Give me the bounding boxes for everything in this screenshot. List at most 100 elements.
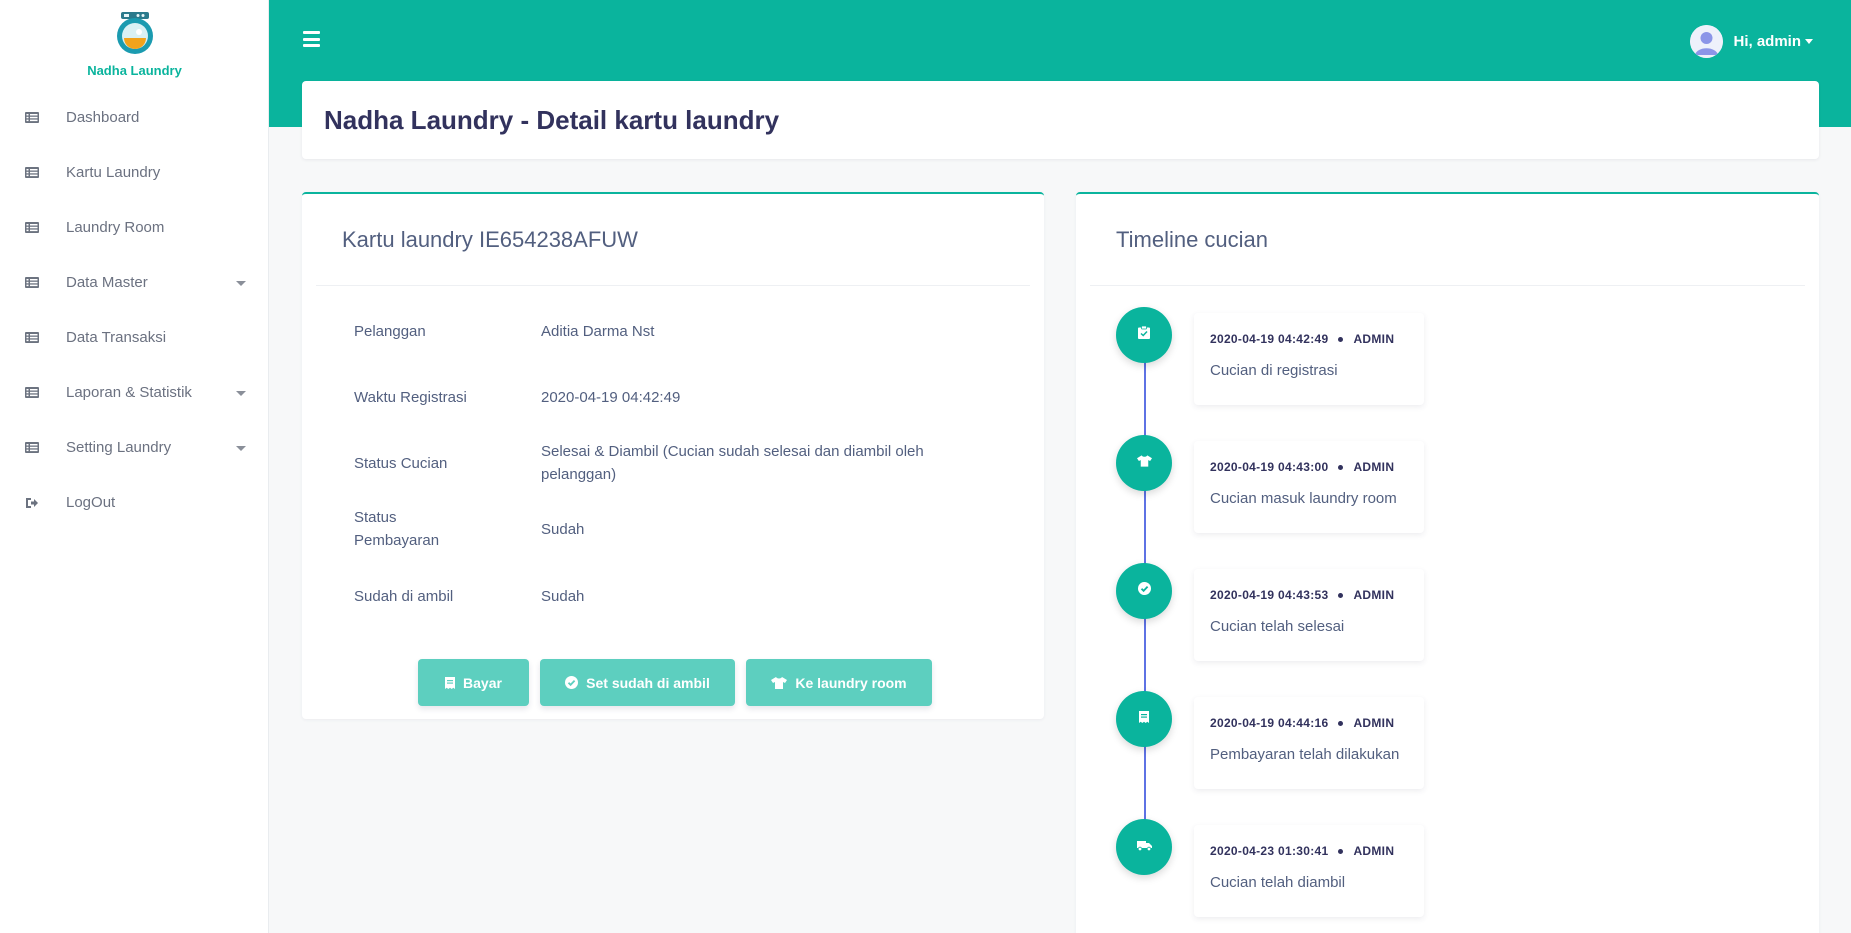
sidebar-item-label: Data Transaksi <box>66 329 167 346</box>
bullet-dot <box>1338 464 1344 470</box>
timeline-meta: 2020-04-19 04:42:49 ADMIN <box>1210 332 1424 346</box>
user-menu[interactable]: Hi, admin <box>1690 25 1813 58</box>
info-label: Status Cucian <box>354 455 448 472</box>
set-sudah-diambil-button[interactable]: Set sudah di ambil <box>540 659 735 706</box>
timeline-meta: 2020-04-19 04:43:00 ADMIN <box>1210 460 1424 474</box>
menu-toggle-icon[interactable] <box>303 31 320 47</box>
info-label: Waktu Registrasi <box>354 389 467 406</box>
timeline-event: 2020-04-19 04:43:00 ADMIN Cucian masuk l… <box>1194 441 1424 533</box>
sidebar-item-label: Data Master <box>66 274 148 291</box>
info-label: Status Pembayaran <box>354 509 440 549</box>
brand-name: Nadha Laundry <box>87 63 182 78</box>
list-icon <box>24 277 40 289</box>
bullet-dot <box>1338 848 1344 854</box>
receipt-icon <box>1139 710 1149 728</box>
timeline-text: Cucian di registrasi <box>1210 362 1338 379</box>
timeline-user: ADMIN <box>1353 460 1395 474</box>
timeline-card: Timeline cucian 2020-04-19 04:42:49 ADMI… <box>1076 192 1819 933</box>
sidebar-item-label: Laundry Room <box>66 219 165 236</box>
info-label: Sudah di ambil <box>354 588 454 605</box>
page-title-card: Nadha Laundry - Detail kartu laundry <box>302 81 1819 159</box>
sidebar-item-kartu-laundry[interactable]: Kartu Laundry <box>0 145 269 200</box>
timeline-card-header: Timeline cucian <box>1090 194 1805 286</box>
clipboard-check-icon <box>1138 325 1150 344</box>
timeline-text: Cucian telah diambil <box>1210 874 1346 891</box>
timeline-meta: 2020-04-23 01:30:41 ADMIN <box>1210 844 1424 858</box>
truck-icon <box>1136 838 1152 856</box>
bullet-dot <box>1338 336 1344 342</box>
info-row-waktu-registrasi: Waktu Registrasi 2020-04-19 04:42:49 <box>354 386 961 409</box>
bullet-dot <box>1338 720 1344 726</box>
caret-down-icon <box>236 446 246 451</box>
sidebar-item-label: Dashboard <box>66 109 140 126</box>
timeline-text: Cucian telah selesai <box>1210 618 1345 635</box>
info-value: Selesai & Diambil (Cucian sudah selesai … <box>541 443 924 483</box>
info-row-status-pembayaran: Status Pembayaran Sudah <box>354 506 961 552</box>
info-row-status-cucian: Status Cucian Selesai & Diambil (Cucian … <box>354 440 961 486</box>
sidebar-item-label: Laporan & Statistik <box>66 384 192 401</box>
caret-down-icon <box>236 281 246 286</box>
info-row-pelanggan: Pelanggan Aditia Darma Nst <box>354 320 961 343</box>
list-icon <box>24 332 40 344</box>
avatar <box>1690 25 1724 58</box>
timeline-event: 2020-04-23 01:30:41 ADMIN Cucian telah d… <box>1194 825 1424 917</box>
user-greeting: Hi, admin <box>1733 33 1801 50</box>
ke-laundry-room-button[interactable]: Ke laundry room <box>746 659 932 706</box>
sidebar-item-data-transaksi[interactable]: Data Transaksi <box>0 310 269 365</box>
page-title: Nadha Laundry - Detail kartu laundry <box>324 104 780 135</box>
timeline-text: Cucian masuk laundry room <box>1210 490 1397 507</box>
sidebar-item-dashboard[interactable]: Dashboard <box>0 90 269 145</box>
sidebar-item-laundry-room[interactable]: Laundry Room <box>0 200 269 255</box>
timeline-user: ADMIN <box>1353 588 1395 602</box>
sidebar-item-label: LogOut <box>66 494 116 511</box>
bayar-button[interactable]: Bayar <box>418 659 529 706</box>
timeline-dot <box>1116 563 1172 619</box>
detail-card-header: Kartu laundry IE654238AFUW <box>316 194 1030 286</box>
sidebar-item-setting-laundry[interactable]: Setting Laundry <box>0 420 269 475</box>
bullet-dot <box>1338 592 1344 598</box>
timeline-time: 2020-04-19 04:42:49 <box>1210 332 1329 346</box>
timeline-time: 2020-04-23 01:30:41 <box>1210 844 1329 858</box>
info-value: Aditia Darma Nst <box>541 323 655 340</box>
washing-machine-logo-icon <box>116 12 153 54</box>
timeline-meta: 2020-04-19 04:44:16 ADMIN <box>1210 716 1424 730</box>
timeline-event: 2020-04-19 04:44:16 ADMIN Pembayaran tel… <box>1194 697 1424 789</box>
sidebar-item-logout[interactable]: LogOut <box>0 475 269 530</box>
list-icon <box>24 222 40 234</box>
ke-laundry-room-label: Ke laundry room <box>795 674 907 691</box>
set-sudah-diambil-label: Set sudah di ambil <box>586 674 710 691</box>
sidebar-item-data-master[interactable]: Data Master <box>0 255 269 310</box>
timeline-dot <box>1116 435 1172 491</box>
sidebar-item-laporan-statistik[interactable]: Laporan & Statistik <box>0 365 269 420</box>
timeline-dot <box>1116 307 1172 363</box>
timeline-dot <box>1116 819 1172 875</box>
timeline-heading: Timeline cucian <box>1116 226 1269 252</box>
shirt-icon <box>1136 454 1152 472</box>
timeline-text: Pembayaran telah dilakukan <box>1210 746 1400 763</box>
timeline-dot <box>1116 691 1172 747</box>
brand-logo[interactable]: Nadha Laundry <box>0 8 269 78</box>
info-label: Pelanggan <box>354 323 426 340</box>
shirt-icon <box>771 676 788 689</box>
bayar-label: Bayar <box>463 674 502 691</box>
timeline-user: ADMIN <box>1353 332 1395 346</box>
detail-heading: Kartu laundry IE654238AFUW <box>342 226 638 252</box>
check-circle-icon <box>1137 582 1151 600</box>
timeline-user: ADMIN <box>1353 844 1395 858</box>
timeline-time: 2020-04-19 04:43:53 <box>1210 588 1329 602</box>
check-circle-icon <box>565 676 579 689</box>
list-icon <box>24 167 40 179</box>
sign-out-icon <box>24 497 40 509</box>
sidebar-nav: Dashboard Kartu Laundry Laundry Room Dat… <box>0 90 269 530</box>
caret-down-icon <box>236 391 246 396</box>
receipt-icon <box>445 676 456 689</box>
sidebar: Nadha Laundry Dashboard Kartu Laundry La… <box>0 0 269 933</box>
list-icon <box>24 112 40 124</box>
sidebar-item-label: Setting Laundry <box>66 439 172 456</box>
detail-card: Kartu laundry IE654238AFUW Pelanggan Adi… <box>302 192 1044 719</box>
timeline-event: 2020-04-19 04:42:49 ADMIN Cucian di regi… <box>1194 313 1424 405</box>
info-row-sudah-diambil: Sudah di ambil Sudah <box>354 585 961 608</box>
timeline-user: ADMIN <box>1353 716 1395 730</box>
info-value: Sudah <box>541 521 585 538</box>
timeline-meta: 2020-04-19 04:43:53 ADMIN <box>1210 588 1424 602</box>
